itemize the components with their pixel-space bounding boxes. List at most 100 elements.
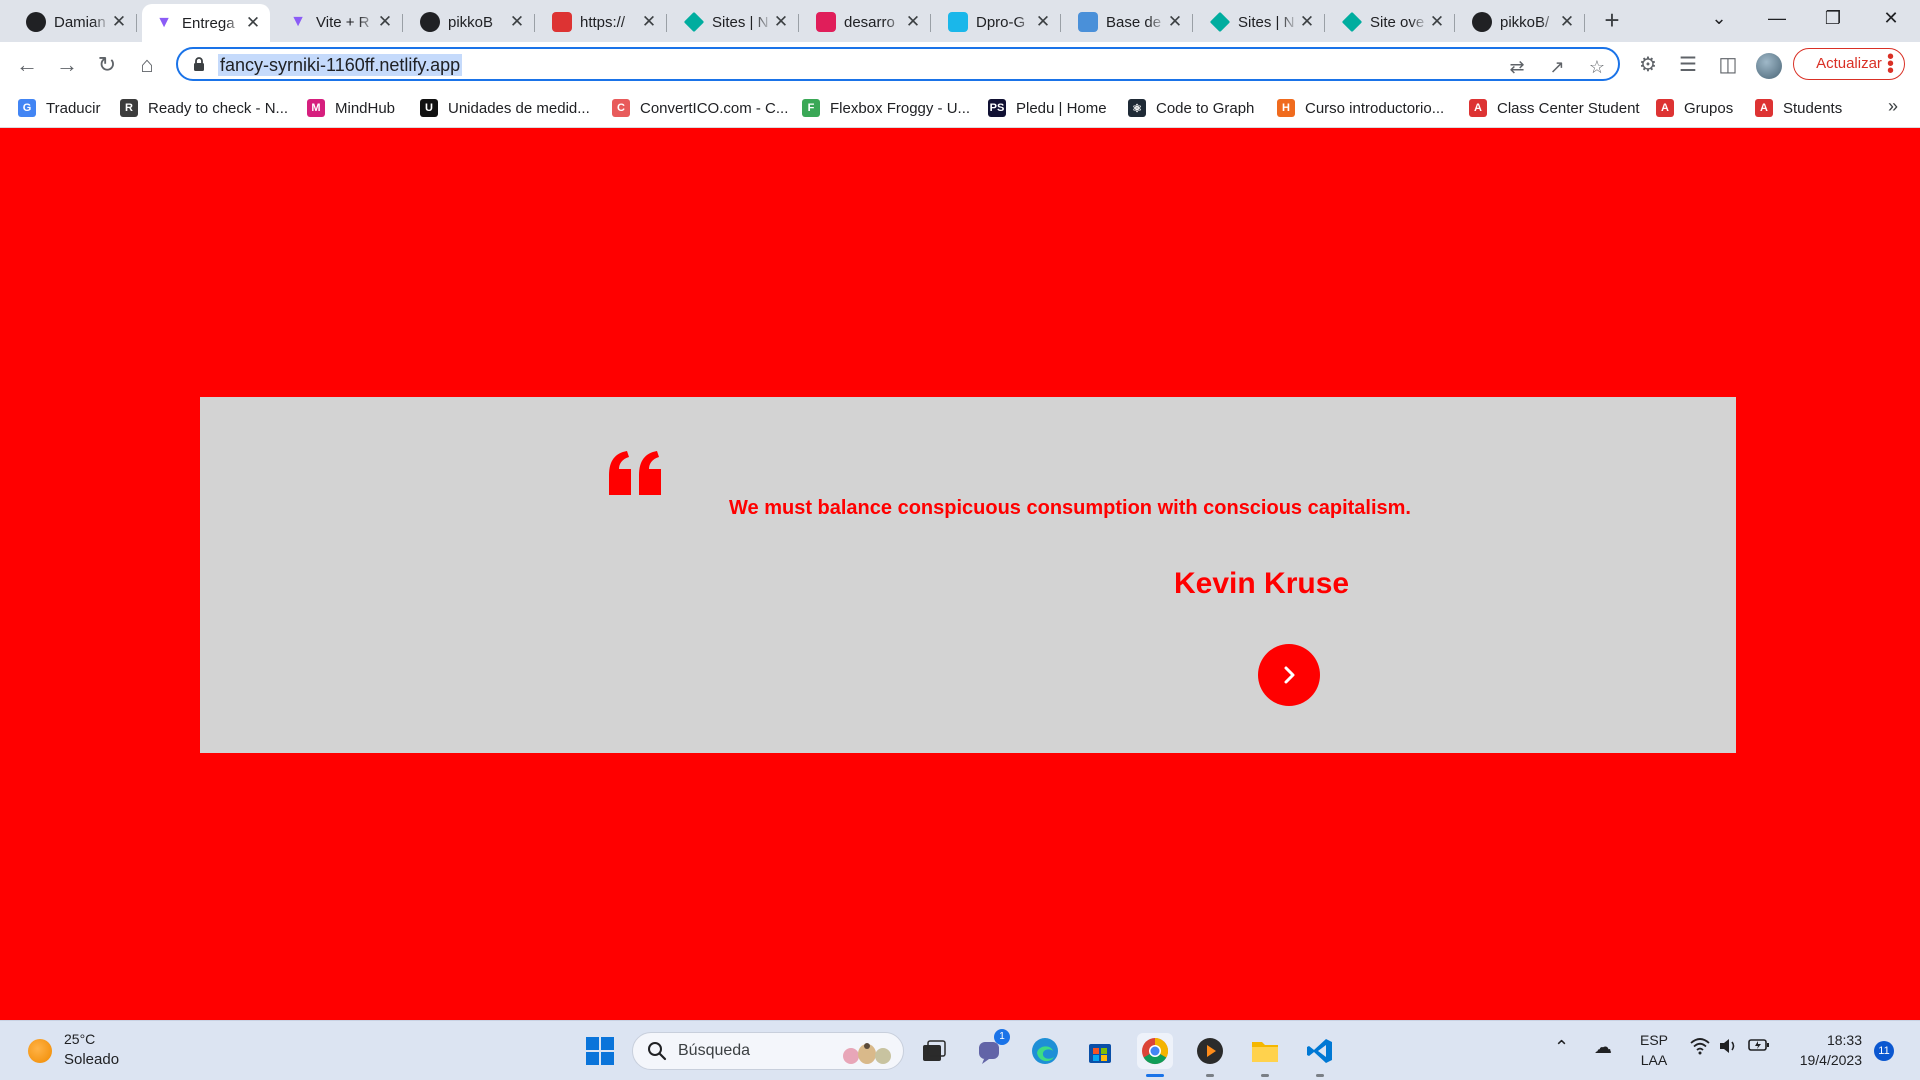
reload-button[interactable]: ↻ bbox=[92, 50, 122, 80]
search-highlight-illustration-icon bbox=[843, 1043, 891, 1064]
tab-close-icon[interactable]: ✕ bbox=[1166, 12, 1184, 32]
restore-button[interactable]: ❐ bbox=[1808, 0, 1858, 36]
clock-date: 19/4/2023 bbox=[1799, 1052, 1862, 1068]
browser-tab[interactable]: Damian ✕ bbox=[14, 6, 137, 38]
home-button[interactable]: ⌂ bbox=[132, 50, 162, 80]
tab-close-icon[interactable]: ✕ bbox=[376, 12, 394, 32]
bookmark-item[interactable]: U Unidades de medid... bbox=[420, 96, 590, 120]
tab-separator bbox=[930, 14, 931, 32]
tab-title: Sites | N bbox=[712, 13, 769, 31]
forward-button[interactable]: → bbox=[52, 50, 82, 80]
translate-icon[interactable]: ⇄ bbox=[1506, 56, 1528, 78]
browser-tab[interactable]: https:// ✕ bbox=[540, 6, 667, 38]
browser-tab[interactable]: Sites | N ✕ bbox=[1198, 6, 1325, 38]
browser-tab[interactable]: Site ove ✕ bbox=[1330, 6, 1455, 38]
bookmark-star-icon[interactable]: ☆ bbox=[1586, 56, 1608, 78]
bookmark-item[interactable]: A Students bbox=[1755, 96, 1842, 120]
browser-tab[interactable]: Dpro-G ✕ bbox=[936, 6, 1061, 38]
vscode-button[interactable] bbox=[1302, 1033, 1338, 1077]
bookmark-item[interactable]: R Ready to check - N... bbox=[120, 96, 288, 120]
bookmark-item[interactable]: PS Pledu | Home bbox=[988, 96, 1107, 120]
tab-close-icon[interactable]: ✕ bbox=[904, 12, 922, 32]
notification-count[interactable]: 11 bbox=[1874, 1041, 1894, 1061]
weather-sun-icon[interactable] bbox=[28, 1039, 52, 1063]
extensions-icon[interactable]: ⚙ bbox=[1634, 50, 1662, 80]
browser-tab[interactable]: ▼ Entrega ✕ bbox=[142, 4, 270, 42]
tab-close-icon[interactable]: ✕ bbox=[1558, 12, 1576, 32]
profile-avatar[interactable] bbox=[1756, 53, 1782, 79]
wifi-icon[interactable] bbox=[1690, 1037, 1710, 1060]
close-window-button[interactable]: ✕ bbox=[1866, 0, 1916, 36]
lang-line-2: LAA bbox=[1640, 1052, 1668, 1068]
bookmark-label: Class Center Student bbox=[1497, 99, 1640, 117]
input-language[interactable]: ESP LAA bbox=[1640, 1030, 1668, 1070]
bookmark-item[interactable]: F Flexbox Froggy - U... bbox=[802, 96, 970, 120]
media-control-icon[interactable]: ☰ bbox=[1674, 50, 1702, 80]
bookmark-item[interactable]: G Traducir bbox=[18, 96, 100, 120]
weather-condition[interactable]: Soleado bbox=[64, 1051, 119, 1068]
back-button[interactable]: ← bbox=[12, 50, 42, 80]
tab-title: pikkoB/ bbox=[1500, 13, 1550, 31]
more-bookmarks-chevron-icon[interactable]: » bbox=[1888, 96, 1898, 117]
tab-close-icon[interactable]: ✕ bbox=[110, 12, 128, 32]
tab-close-icon[interactable]: ✕ bbox=[772, 12, 790, 32]
share-icon[interactable]: ↗ bbox=[1546, 56, 1568, 78]
bookmark-item[interactable]: H Curso introductorio... bbox=[1277, 96, 1444, 120]
start-button[interactable] bbox=[582, 1033, 618, 1069]
teams-chat-button[interactable]: 1 bbox=[972, 1029, 1010, 1069]
angular-icon bbox=[552, 12, 572, 32]
onedrive-cloud-icon[interactable]: ☁ bbox=[1594, 1037, 1612, 1058]
address-bar[interactable]: fancy-syrniki-1160ff.netlify.app ⇄ ↗ ☆ bbox=[176, 47, 1620, 81]
edge-button[interactable] bbox=[1027, 1033, 1063, 1069]
tab-close-icon[interactable]: ✕ bbox=[1298, 12, 1316, 32]
bookmark-item[interactable]: A Grupos bbox=[1656, 96, 1733, 120]
battery-icon[interactable] bbox=[1748, 1037, 1770, 1058]
bookmark-label: Pledu | Home bbox=[1016, 99, 1107, 117]
vimeo-icon bbox=[948, 12, 968, 32]
microsoft-store-button[interactable] bbox=[1082, 1033, 1118, 1069]
tab-close-icon[interactable]: ✕ bbox=[244, 13, 262, 33]
menu-kebab-icon[interactable]: • • • bbox=[1887, 47, 1894, 81]
tab-separator bbox=[534, 14, 535, 32]
browser-tab[interactable]: Base de ✕ bbox=[1066, 6, 1193, 38]
taskbar-search[interactable]: Búsqueda bbox=[632, 1032, 904, 1070]
netlify-icon bbox=[683, 11, 705, 33]
tab-close-icon[interactable]: ✕ bbox=[508, 12, 526, 32]
chrome-active-indicator bbox=[1146, 1074, 1164, 1077]
file-explorer-button[interactable] bbox=[1247, 1033, 1283, 1077]
bookmark-item[interactable]: ⚛ Code to Graph bbox=[1128, 96, 1254, 120]
tab-close-icon[interactable]: ✕ bbox=[1428, 12, 1446, 32]
url-text[interactable]: fancy-syrniki-1160ff.netlify.app bbox=[218, 54, 463, 76]
browser-tab[interactable]: Sites | N ✕ bbox=[672, 6, 799, 38]
weather-temperature[interactable]: 25°C bbox=[64, 1031, 95, 1047]
lock-icon[interactable] bbox=[192, 56, 206, 72]
volume-icon[interactable] bbox=[1718, 1037, 1738, 1060]
minimize-button[interactable]: — bbox=[1752, 0, 1802, 36]
tab-close-icon[interactable]: ✕ bbox=[1034, 12, 1052, 32]
browser-tab[interactable]: ▼ Vite + R ✕ bbox=[276, 6, 403, 38]
monitor-icon bbox=[1078, 12, 1098, 32]
side-panel-icon[interactable]: ◫ bbox=[1714, 50, 1742, 80]
browser-tab[interactable]: pikkoB/ ✕ bbox=[1460, 6, 1585, 38]
tab-title: Base de bbox=[1106, 13, 1162, 31]
new-tab-button[interactable]: + bbox=[1598, 6, 1626, 34]
media-player-indicator bbox=[1206, 1074, 1214, 1077]
tab-title: Sites | N bbox=[1238, 13, 1295, 31]
bookmark-item[interactable]: A Class Center Student bbox=[1469, 96, 1640, 120]
tab-search-chevron-icon[interactable]: ⌄ bbox=[1694, 0, 1744, 36]
tab-close-icon[interactable]: ✕ bbox=[640, 12, 658, 32]
show-hidden-icons-chevron-icon[interactable]: ⌃ bbox=[1554, 1037, 1569, 1058]
browser-tab[interactable]: desarro ✕ bbox=[804, 6, 931, 38]
bookmark-label: Ready to check - N... bbox=[148, 99, 289, 117]
next-quote-button[interactable] bbox=[1258, 644, 1320, 706]
media-player-button[interactable] bbox=[1192, 1033, 1228, 1077]
bookmark-item[interactable]: C ConvertICO.com - C... bbox=[612, 96, 788, 120]
chrome-button[interactable] bbox=[1137, 1033, 1173, 1077]
browser-tab[interactable]: pikkoB ✕ bbox=[408, 6, 535, 38]
system-clock[interactable]: 18:33 19/4/2023 bbox=[1786, 1030, 1862, 1070]
task-view-button[interactable] bbox=[916, 1033, 952, 1069]
bookmark-label: Code to Graph bbox=[1156, 99, 1255, 117]
store-icon bbox=[1089, 1044, 1111, 1063]
circle-logo-icon bbox=[26, 12, 46, 32]
bookmark-item[interactable]: M MindHub bbox=[307, 96, 395, 120]
